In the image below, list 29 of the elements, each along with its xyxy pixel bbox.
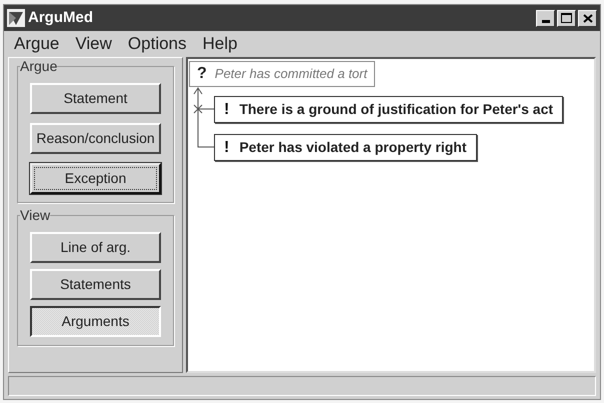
statement-node[interactable]: ! There is a ground of justification for Peter's act — [214, 96, 564, 123]
menu-item[interactable]: View — [75, 31, 112, 57]
statement-text: Peter has violated a property right — [239, 138, 466, 157]
group-title: Argue — [20, 58, 58, 74]
issue-node[interactable]: ? Peter has committed a tort — [189, 61, 376, 87]
menu-item[interactable]: Help — [202, 31, 238, 57]
maximize-icon — [561, 13, 572, 23]
group-title: View — [20, 207, 50, 223]
argue-button[interactable]: Exception — [30, 163, 161, 194]
maximize-button[interactable] — [557, 10, 576, 26]
argue-button[interactable]: Statement — [30, 83, 161, 114]
minimize-icon — [542, 20, 550, 22]
window-title: ArguMed — [28, 8, 93, 28]
minimize-button[interactable] — [536, 10, 555, 26]
close-icon — [582, 14, 592, 22]
statement-text: There is a ground of justification for Peter's act — [239, 100, 554, 119]
node-mark: ! — [224, 138, 230, 158]
argue-button[interactable]: Reason/conclusion — [30, 123, 161, 154]
menu-item[interactable]: Options — [128, 31, 187, 57]
menu-item[interactable]: Argue — [14, 31, 60, 57]
app-logo-icon — [7, 9, 25, 27]
issue-text: Peter has committed a tort — [214, 65, 368, 84]
view-button[interactable]: Statements — [30, 269, 161, 300]
view-button[interactable]: Line of arg. — [30, 232, 161, 263]
close-button[interactable] — [578, 10, 597, 26]
statement-node[interactable]: ! Peter has violated a property right — [214, 134, 476, 161]
view-button[interactable]: Arguments — [30, 306, 161, 337]
node-mark: ! — [224, 100, 230, 120]
node-mark: ? — [197, 64, 207, 84]
